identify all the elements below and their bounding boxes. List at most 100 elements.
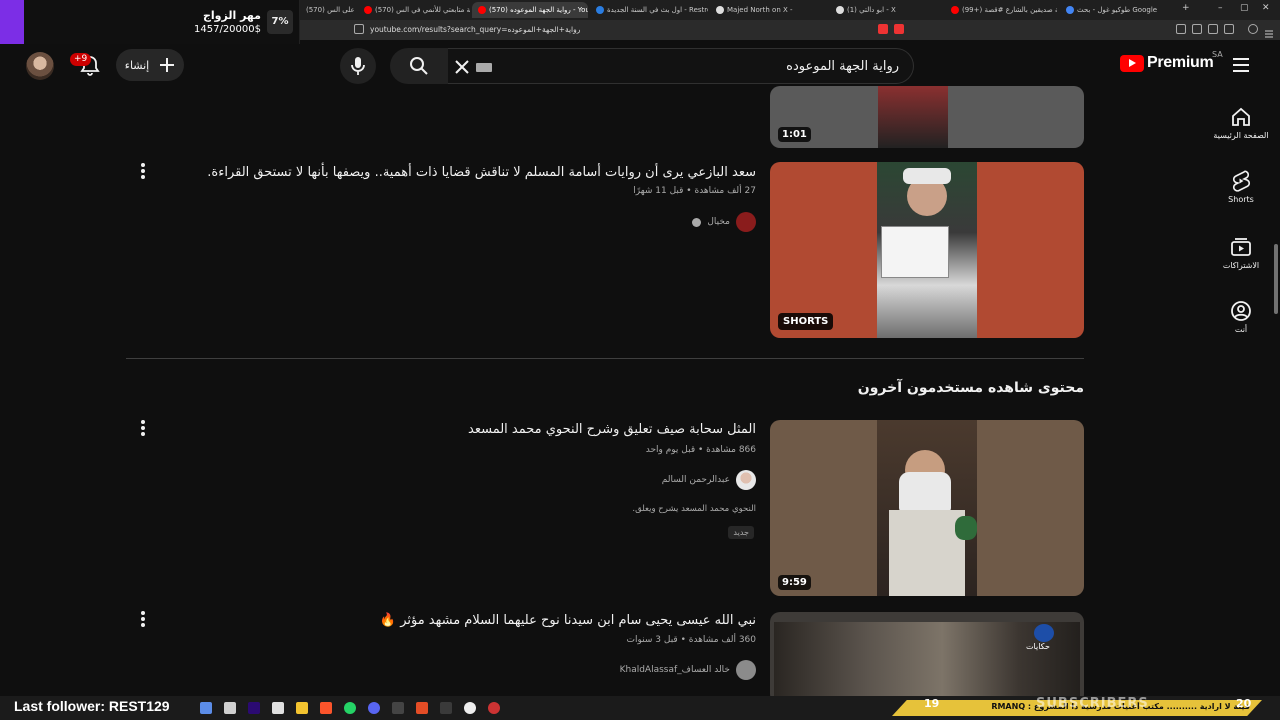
subscriptions-icon (1231, 238, 1251, 256)
section-title: محتوى شاهده مستخدمون آخرون (857, 380, 1084, 396)
taskbar-app-icon[interactable] (440, 702, 452, 714)
more-actions-icon[interactable] (140, 610, 146, 628)
voice-search-button[interactable] (340, 48, 376, 84)
sidebar-icon[interactable] (1192, 24, 1202, 34)
channel-name[interactable]: عبدالرحمن السالم (662, 475, 730, 485)
new-tab-icon[interactable]: + (1182, 3, 1190, 13)
premiere-icon[interactable] (248, 702, 260, 714)
plus-icon (160, 58, 175, 72)
close-window-icon[interactable]: ✕ (1262, 3, 1270, 13)
browser-menu-icon[interactable] (1264, 24, 1274, 38)
rail-item-you[interactable]: أنت (1212, 300, 1270, 334)
video-thumbnail[interactable]: حكايات (770, 612, 1084, 704)
folder-icon[interactable] (296, 702, 308, 714)
youtube-icon (951, 6, 959, 14)
search-button[interactable] (390, 48, 448, 84)
video-duration: 9:59 (778, 575, 811, 590)
maximize-icon[interactable]: ▢ (1240, 3, 1249, 13)
close-icon[interactable] (452, 57, 472, 77)
last-follower-label: Last follower: REST129 (14, 698, 170, 714)
subscriber-count-goal: 20 (1236, 697, 1252, 710)
channel-info[interactable]: خالد العساف_KhaldAlassaf (620, 660, 756, 680)
hamburger-menu-icon[interactable] (1232, 58, 1250, 72)
browser-tab[interactable]: Majed North on X - (710, 2, 828, 18)
donation-title: مهر الزواج (202, 9, 261, 22)
channel-name[interactable]: مخيال (707, 217, 730, 227)
browser-tab[interactable]: (99+) قصة صديقين بالشارع #قصة (945, 2, 1057, 18)
subscriber-count-current: 19 (924, 697, 940, 710)
taskbar-app-icon[interactable] (416, 702, 428, 714)
scroll-thumb[interactable] (1274, 244, 1278, 314)
channel-name[interactable]: خالد العساف_KhaldAlassaf (620, 665, 730, 675)
brave-icon[interactable] (894, 24, 904, 34)
x-icon (716, 6, 724, 14)
wallet-icon[interactable] (1208, 24, 1218, 34)
discord-icon[interactable] (368, 702, 380, 714)
section-divider (126, 358, 1084, 359)
profile-icon[interactable] (1248, 24, 1258, 34)
more-actions-icon[interactable] (140, 162, 146, 180)
thumbnail-image (877, 420, 977, 596)
obs-icon[interactable] (464, 702, 476, 714)
video-thumbnail[interactable]: 9:59 (770, 420, 1084, 596)
browser-tab[interactable]: (1) ابو دالتي - X (830, 2, 942, 18)
rail-item-shorts[interactable]: Shorts (1212, 170, 1270, 204)
brave-icon[interactable] (320, 702, 332, 714)
extension-icon[interactable] (878, 24, 888, 34)
country-code: SA (1212, 50, 1223, 59)
rail-item-home[interactable]: الصفحة الرئيسية (1212, 106, 1270, 140)
keyboard-icon[interactable] (476, 63, 492, 72)
browser-tab[interactable]: (570) قصة متابعتي للأنمي في الس (358, 2, 470, 18)
browser-tab[interactable]: اول بث في السنة الجديدة - Restream (590, 2, 708, 18)
channel-avatar[interactable] (736, 660, 756, 680)
youtube-icon (478, 6, 486, 14)
taskbar-app-icon[interactable] (272, 702, 284, 714)
logo-text: Premium (1147, 54, 1214, 71)
channel-info[interactable]: مخيال (692, 212, 756, 232)
minimize-icon[interactable]: – (1218, 3, 1223, 13)
channel-info[interactable]: عبدالرحمن السالم (662, 470, 756, 490)
browser-tab-active[interactable]: (570) رواية الجهة الموعوده - You (472, 2, 588, 18)
shorts-icon (1232, 170, 1251, 192)
browser-tab[interactable]: طوكيو غول - بحث Google (1060, 2, 1172, 18)
video-thumbnail[interactable]: SHORTS (770, 162, 1084, 338)
video-metadata: 866 مشاهدة • قبل يوم واحد (645, 445, 756, 455)
browser-tab[interactable]: (570) الرد على الس (300, 2, 356, 18)
youtube-premium-logo[interactable]: Premium SA (1120, 50, 1223, 72)
video-metadata: 360 ألف مشاهدة • قبل 3 سنوات (626, 635, 756, 645)
channel-avatar[interactable] (736, 212, 756, 232)
search-icon (410, 57, 428, 75)
search-input[interactable]: رواية الجهة الموعوده (448, 48, 914, 84)
youtube-icon (364, 6, 372, 14)
new-badge: جديد (728, 526, 754, 539)
channel-avatar[interactable] (736, 470, 756, 490)
shorts-badge: SHORTS (778, 313, 834, 330)
create-button[interactable]: إنشاء (116, 49, 184, 81)
x-icon (836, 6, 844, 14)
whatsapp-icon[interactable] (344, 702, 356, 714)
avatar[interactable] (26, 52, 54, 80)
video-title[interactable]: المثل سحابة صيف تعليق وشرح النحوي محمد ا… (468, 422, 756, 437)
bookmark-icon[interactable] (354, 24, 364, 34)
create-label: إنشاء (124, 58, 150, 72)
thumbnail-tag: حكايات (1026, 642, 1050, 651)
donation-goal-widget: مهر الزواج 1457/20000$ 7% (0, 0, 300, 44)
rail-item-subscriptions[interactable]: الاشتراكات (1212, 236, 1270, 270)
url-field[interactable]: youtube.com/results?search_query=رواية+ا… (370, 23, 910, 37)
google-icon (1066, 6, 1074, 14)
taskbar-app-icon[interactable] (224, 702, 236, 714)
notification-badge: +9 (70, 53, 92, 66)
taskbar-app-icon[interactable] (488, 702, 500, 714)
vpn-icon[interactable] (1224, 24, 1234, 34)
more-actions-icon[interactable] (140, 419, 146, 437)
terminal-icon[interactable] (392, 702, 404, 714)
verified-icon (692, 217, 702, 227)
video-title[interactable]: نبي الله عيسى يحيى سام ابن سيدنا نوح علي… (380, 613, 756, 628)
channel-watermark-icon (1034, 624, 1054, 642)
video-title[interactable]: سعد البازعي يرى أن روايات أسامة المسلم ل… (207, 165, 756, 180)
video-thumbnail[interactable]: 1:01 (770, 86, 1084, 148)
donation-amount: 1457/20000$ (194, 24, 261, 35)
extensions-icon[interactable] (1176, 24, 1186, 34)
page-scrollbar[interactable] (1272, 44, 1280, 700)
taskbar-app-icon[interactable] (200, 702, 212, 714)
